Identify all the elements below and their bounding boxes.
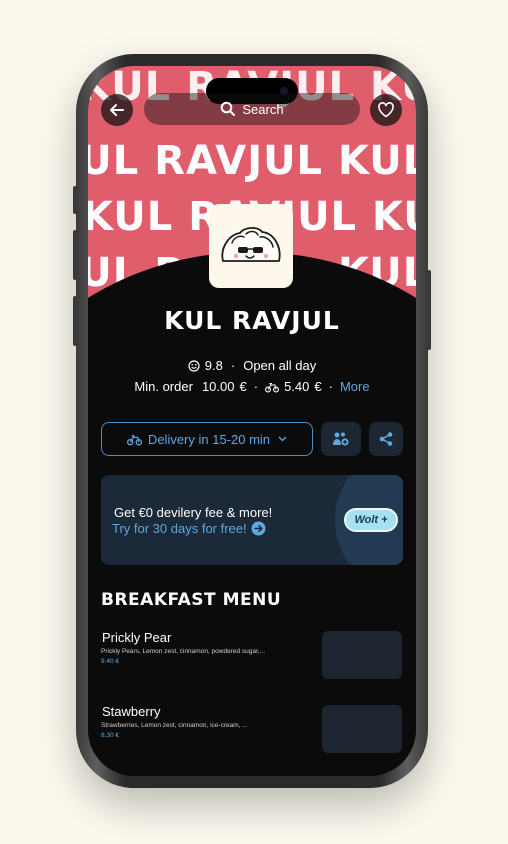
menu-item-image [322, 631, 402, 679]
menu-item-description: Strawberries, Lemon zest, cinnamon, ice-… [101, 722, 248, 729]
menu-section-title: BREAKFAST MENU [101, 590, 282, 610]
venue-order-info: Min. order 10.00 € · 5.40 € · More [88, 379, 416, 394]
promo-link-text: Try for 30 days for free! [112, 521, 247, 536]
group-order-button[interactable] [321, 422, 361, 456]
separator-dot: · [230, 358, 236, 373]
bicycle-icon [265, 382, 280, 392]
currency-symbol: € [314, 379, 322, 394]
venue-rating-hours: 9.8 · Open all day [88, 358, 416, 373]
add-person-icon [333, 432, 349, 446]
min-order-label: Min. order [134, 379, 193, 394]
phone-volume-up-button [73, 230, 77, 280]
search-icon [221, 101, 236, 116]
smiley-rating-icon [188, 359, 200, 372]
app-screen: KUL RAVJUL KUL RAVJUL KUL RAVJUL KUL RAV… [88, 66, 416, 776]
delivery-time-label: Delivery in 15-20 min [147, 431, 271, 447]
phone-power-button [427, 270, 431, 350]
opening-hours: Open all day [243, 358, 317, 373]
menu-item-name: Prickly Pear [102, 630, 172, 645]
min-order-value: 10.00 [201, 379, 235, 394]
wolt-plus-promo-card[interactable]: Get €0 devilery fee & more! Try for 30 d… [101, 475, 403, 565]
phone-action-button [73, 186, 77, 214]
chevron-down-icon [278, 436, 287, 442]
separator-dot: · [253, 379, 259, 394]
menu-item-price: 9.40 € [101, 658, 120, 665]
dumpling-mascot-icon [221, 227, 281, 262]
phone-volume-down-button [73, 296, 77, 346]
delivery-fee-value: 5.40 [284, 379, 310, 394]
promo-trial-link[interactable]: Try for 30 days for free! [112, 521, 266, 536]
venue-logo [209, 204, 293, 288]
back-button[interactable] [101, 94, 133, 126]
share-icon [379, 432, 393, 446]
wolt-plus-badge: Wolt + [344, 508, 398, 532]
favorite-button[interactable] [370, 94, 402, 126]
arrow-left-icon [110, 104, 124, 116]
rating-value: 9.8 [204, 358, 223, 373]
heart-icon [378, 102, 394, 118]
menu-item-description: Prickly Pears, Lemon zest, cinnamon, pow… [101, 648, 266, 655]
search-placeholder: Search [242, 101, 284, 117]
currency-symbol: € [239, 379, 247, 394]
menu-item-price: 8.30 € [101, 732, 120, 739]
delivery-time-selector[interactable]: Delivery in 15-20 min [101, 422, 313, 456]
hero-pattern-text: KUL RAVJUL KUL RAVJUL [88, 138, 416, 184]
arrow-right-circle-icon [251, 521, 266, 536]
venue-name: KUL RAVJUL [164, 306, 340, 335]
promo-title: Get €0 devilery fee & more! [114, 505, 273, 520]
search-input[interactable]: Search [144, 93, 360, 125]
menu-item-image [322, 705, 402, 753]
share-button[interactable] [369, 422, 403, 456]
more-info-link[interactable]: More [340, 379, 370, 394]
separator-dot: · [328, 379, 333, 394]
menu-item-name: Stawberry [102, 704, 161, 719]
bicycle-icon [126, 434, 142, 445]
